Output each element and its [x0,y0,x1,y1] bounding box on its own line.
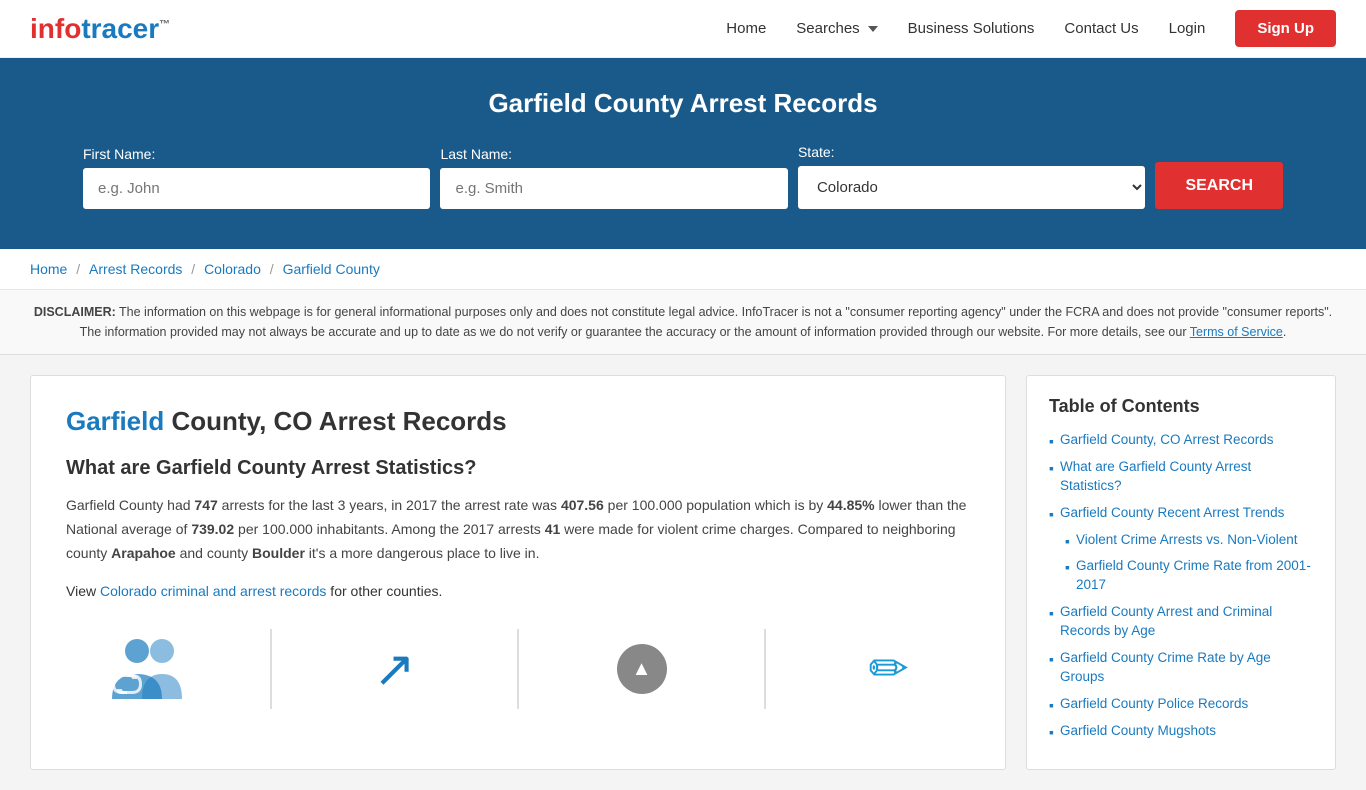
content-para1: Garfield County had 747 arrests for the … [66,494,970,565]
state-label: State: [798,144,1145,160]
toc-item: Garfield County Mugshots [1049,722,1313,741]
toc-item: What are Garfield County Arrest Statisti… [1049,458,1313,496]
lastname-input[interactable] [440,168,787,209]
toc-link[interactable]: Garfield County Police Records [1060,695,1248,714]
lastname-label: Last Name: [440,146,787,162]
chevron-down-icon [868,26,878,32]
main-nav: Home Searches Business Solutions Contact… [726,10,1336,47]
firstname-label: First Name: [83,146,430,162]
signup-button[interactable]: Sign Up [1235,10,1336,47]
nav-contact-us[interactable]: Contact Us [1064,20,1138,37]
breadcrumb-home[interactable]: Home [30,261,67,277]
icon-pencil: ✏ [849,629,929,709]
state-select[interactable]: AlabamaAlaskaArizonaArkansasCaliforniaCo… [798,166,1145,209]
nav-home[interactable]: Home [726,20,766,37]
breadcrumb: Home / Arrest Records / Colorado / Garfi… [0,249,1366,290]
toc-link[interactable]: Garfield County Crime Rate from 2001-201… [1076,557,1313,595]
arrow-up-icon: ↗ [373,640,415,698]
breadcrumb-arrest-records[interactable]: Arrest Records [89,261,182,277]
nav-searches[interactable]: Searches [796,20,877,37]
logo[interactable]: infotracer™ [30,13,170,45]
toc-item: Garfield County Police Records [1049,695,1313,714]
toc-link[interactable]: Garfield County Crime Rate by Age Groups [1060,649,1313,687]
icon-arrow-up: ↗ [354,629,434,709]
firstname-input[interactable] [83,168,430,209]
toc-link[interactable]: Violent Crime Arrests vs. Non-Violent [1076,531,1298,550]
state-group: State: AlabamaAlaskaArizonaArkansasCalif… [798,144,1145,209]
scroll-top-icon[interactable]: ▲ [602,629,682,709]
toc-item: Garfield County Recent Arrest Trends [1049,504,1313,523]
nav-business-solutions[interactable]: Business Solutions [908,20,1035,37]
breadcrumb-garfield-county[interactable]: Garfield County [283,261,380,277]
search-form: First Name: Last Name: State: AlabamaAla… [83,144,1283,209]
sidebar-toc: Table of Contents Garfield County, CO Ar… [1026,375,1336,770]
pencil-icon: ✏ [869,641,909,697]
firstname-group: First Name: [83,146,430,209]
page-title: Garfield County Arrest Records [40,88,1326,119]
breadcrumb-colorado[interactable]: Colorado [204,261,261,277]
search-button[interactable]: SEARCH [1155,162,1283,209]
icon-row: ↗ ▲ ✏ [66,619,970,709]
toc-link[interactable]: Garfield County, CO Arrest Records [1060,431,1274,450]
toc-item: Garfield County, CO Arrest Records [1049,431,1313,450]
content-title-highlight: Garfield [66,406,164,436]
content-main-title: Garfield County, CO Arrest Records [66,406,970,437]
lastname-group: Last Name: [440,146,787,209]
disclaimer-text: The information on this webpage is for g… [80,305,1333,339]
toc-item: Violent Crime Arrests vs. Non-Violent [1049,531,1313,550]
section1-heading: What are Garfield County Arrest Statisti… [66,457,970,480]
site-header: infotracer™ Home Searches Business Solut… [0,0,1366,58]
toc-item: Garfield County Arrest and Criminal Reco… [1049,603,1313,641]
toc-item: Garfield County Crime Rate from 2001-201… [1049,557,1313,595]
toc-link[interactable]: What are Garfield County Arrest Statisti… [1060,458,1313,496]
icon-divider3 [764,629,766,709]
toc-item: Garfield County Crime Rate by Age Groups [1049,649,1313,687]
link-line-prefix: View [66,583,100,599]
nav-login[interactable]: Login [1169,20,1206,37]
link-line-suffix: for other counties. [326,583,442,599]
toc-link[interactable]: Garfield County Mugshots [1060,722,1216,741]
logo-text: infotracer™ [30,13,170,45]
icon-divider2 [517,629,519,709]
toc-link[interactable]: Garfield County Recent Arrest Trends [1060,504,1284,523]
breadcrumb-sep1: / [76,261,84,277]
disclaimer-label: DISCLAIMER: [34,305,116,319]
colorado-records-link[interactable]: Colorado criminal and arrest records [100,583,326,599]
content-link-line: View Colorado criminal and arrest record… [66,583,970,599]
content-area: Garfield County, CO Arrest Records What … [30,375,1006,770]
icon-divider1 [270,629,272,709]
breadcrumb-sep3: / [270,261,278,277]
toc-title: Table of Contents [1049,396,1313,417]
scroll-top-button[interactable]: ▲ [617,644,667,694]
content-title-rest: County, CO Arrest Records [164,406,506,436]
people-icon [107,629,187,709]
icon-people [107,629,187,709]
toc-list: Garfield County, CO Arrest Records What a… [1049,431,1313,741]
hero-section: Garfield County Arrest Records First Nam… [0,58,1366,249]
main-container: Garfield County, CO Arrest Records What … [0,355,1366,790]
breadcrumb-sep2: / [191,261,199,277]
toc-link[interactable]: Garfield County Arrest and Criminal Reco… [1060,603,1313,641]
disclaimer-bar: DISCLAIMER: The information on this webp… [0,290,1366,355]
tos-link[interactable]: Terms of Service [1190,325,1283,339]
